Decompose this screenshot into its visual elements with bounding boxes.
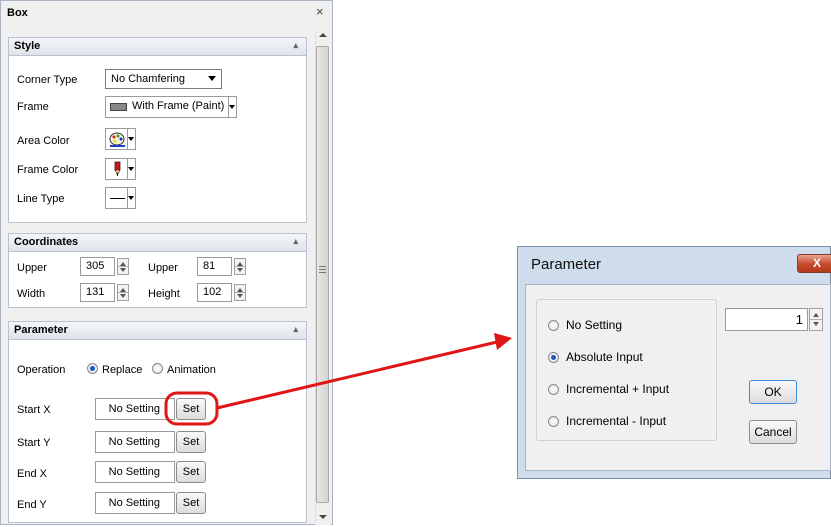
value-text: 1	[795, 312, 803, 327]
absolute-input-radio[interactable]	[548, 352, 559, 363]
spin-divider	[810, 319, 822, 320]
value-spinner[interactable]	[809, 308, 823, 331]
dialog-close-button[interactable]: X	[797, 254, 831, 273]
incremental-minus-label: Incremental - Input	[566, 414, 667, 428]
spin-down-icon	[813, 322, 819, 326]
cancel-button-label: Cancel	[754, 425, 792, 439]
close-icon: X	[812, 256, 821, 270]
incremental-plus-label: Incremental + Input	[566, 382, 670, 396]
set-button-highlight	[164, 391, 219, 426]
incremental-plus-radio[interactable]	[548, 384, 559, 395]
dialog-title: Parameter	[531, 256, 602, 273]
ok-button-label: OK	[764, 385, 782, 399]
cancel-button[interactable]: Cancel	[749, 420, 797, 444]
value-input[interactable]: 1	[725, 308, 808, 331]
no-setting-label: No Setting	[566, 318, 623, 332]
spin-up-icon	[813, 313, 819, 317]
annotation-arrowhead	[494, 333, 512, 350]
absolute-input-label: Absolute Input	[566, 350, 643, 364]
incremental-minus-radio[interactable]	[548, 416, 559, 427]
no-setting-radio[interactable]	[548, 320, 559, 331]
ok-button[interactable]: OK	[749, 380, 797, 404]
annotation-arrow-line	[216, 340, 498, 410]
